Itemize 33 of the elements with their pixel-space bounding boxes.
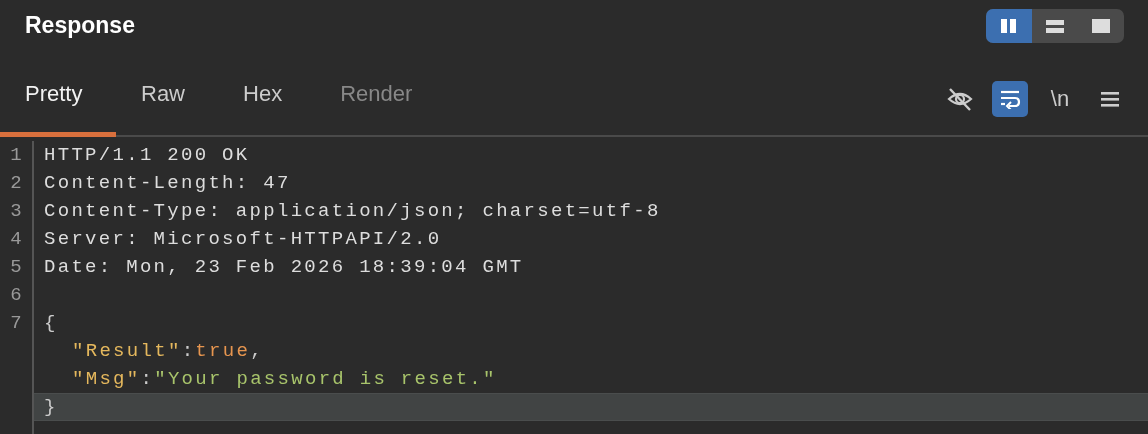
menu-icon — [1100, 89, 1120, 108]
tab[interactable]: Hex — [218, 56, 316, 137]
wrap-button[interactable] — [992, 80, 1028, 117]
line-number: 1 — [10, 144, 22, 166]
json-string: "Your password is reset." — [154, 368, 497, 390]
line-number: 3 — [10, 200, 22, 222]
tab[interactable]: Raw — [116, 56, 218, 137]
code-text: Content-Length: 47 — [44, 172, 291, 194]
panel-title: Response — [25, 12, 135, 39]
line-number: 5 — [10, 256, 22, 278]
json-punctuation: { — [44, 312, 58, 334]
code-text: HTTP/1.1 200 OK — [44, 144, 250, 166]
json-punctuation: : — [181, 340, 196, 362]
json-key: "Result" — [72, 340, 182, 362]
json-punctuation: } — [44, 396, 58, 418]
code-text: Server: Microsoft-HTTPAPI/2.0 — [44, 228, 442, 250]
line-number: 7 — [10, 312, 22, 334]
wrap-icon — [999, 88, 1021, 109]
json-key: "Msg" — [72, 368, 141, 390]
code-text: Date: Mon, 23 Feb 2026 18:39:04 GMT — [44, 256, 524, 278]
square-icon — [1091, 17, 1111, 35]
json-punctuation: : — [140, 368, 155, 390]
tab[interactable]: Pretty — [0, 56, 116, 137]
json-punctuation: , — [250, 340, 264, 362]
line-number: 2 — [10, 172, 22, 194]
layout-button[interactable] — [986, 9, 1032, 43]
code-text: Content-Type: application/json; charset=utf-8 — [44, 200, 661, 222]
rows-icon — [1045, 17, 1065, 35]
line-number: 4 — [10, 228, 22, 250]
line-number: 6 — [10, 284, 22, 306]
newline-button[interactable]: \n — [1042, 80, 1078, 117]
columns-icon — [999, 17, 1019, 35]
json-value: true — [195, 340, 251, 362]
